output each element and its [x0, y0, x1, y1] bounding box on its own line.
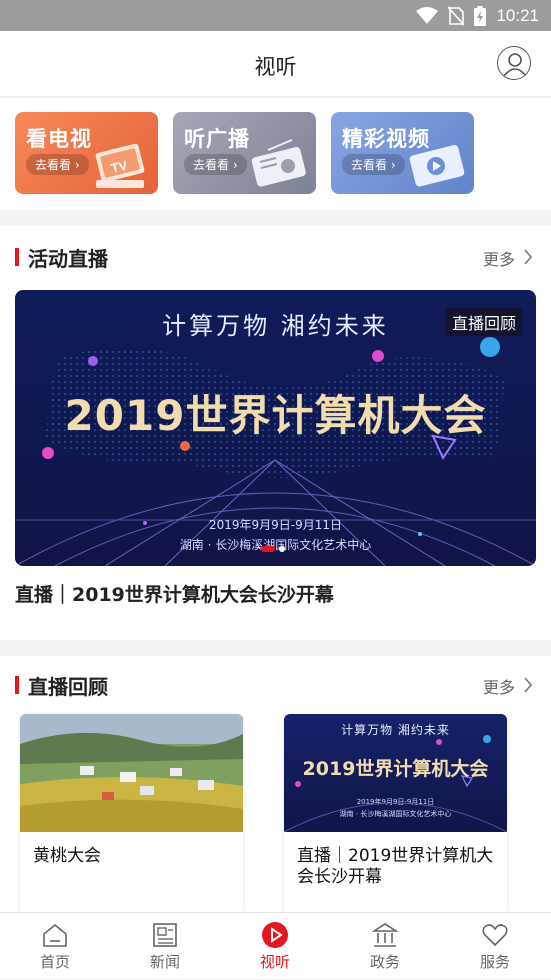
conference-thumbnail: 计算万物 湘约未来 2019世界计算机大会 2019年9月9日-9月11日 湖南… [284, 714, 507, 832]
quick-entry-row: 看电视 去看看 › TV 听广播 去看看 › 精彩视频 去看看 › [0, 98, 551, 210]
user-icon[interactable] [497, 46, 531, 80]
radio-icon [251, 139, 306, 187]
tv-icon: TV [95, 143, 145, 188]
live-section: 活动直播 更多 计算万物 湘约未来 直播回顾 2019世界计算机大会 2019年… [0, 226, 551, 640]
replay-card-title: 直播｜2019世界计算机大会长沙开幕 [297, 846, 494, 887]
video-icon [409, 145, 465, 187]
carousel-indicator [261, 546, 285, 552]
no-sim-icon [448, 6, 465, 26]
live-banner[interactable]: 计算万物 湘约未来 直播回顾 2019世界计算机大会 2019年9月9日-9月1… [15, 290, 536, 566]
page-title: 视听 [254, 55, 297, 79]
tab-home-label: 首页 [39, 953, 70, 971]
home-icon [43, 923, 67, 947]
live-section-title: 活动直播 [28, 247, 108, 271]
tab-media[interactable]: 视听 [220, 913, 330, 980]
replay-section-title: 直播回顾 [28, 675, 108, 699]
tab-home[interactable]: 首页 [0, 913, 110, 980]
watch-tv-card[interactable]: 看电视 去看看 › TV [15, 112, 158, 194]
listen-radio-title: 听广播 [184, 127, 250, 151]
government-icon [371, 923, 399, 947]
news-icon [153, 923, 177, 947]
replay-section-header: 直播回顾 更多 [0, 671, 551, 701]
tab-news-label: 新闻 [149, 953, 180, 971]
live-more-link[interactable]: 更多 [483, 246, 515, 270]
section-marker [15, 676, 19, 694]
chevron-right-icon[interactable] [523, 677, 533, 693]
tab-services[interactable]: 服务 [440, 913, 550, 980]
play-icon [262, 922, 288, 948]
replay-card[interactable]: 黄桃大会 [20, 714, 243, 914]
watch-tv-title: 看电视 [26, 127, 92, 151]
live-section-header: 活动直播 更多 [0, 243, 551, 273]
replay-card-title: 黄桃大会 [33, 846, 101, 866]
live-caption[interactable]: 直播｜2019世界计算机大会长沙开幕 [15, 580, 334, 607]
section-marker [15, 248, 19, 266]
heart-icon [482, 924, 508, 947]
replay-more-link[interactable]: 更多 [483, 674, 515, 698]
replay-card[interactable]: 计算万物 湘约未来 2019世界计算机大会 2019年9月9日-9月11日 湖南… [284, 714, 507, 914]
listen-radio-card[interactable]: 听广播 去看看 › [173, 112, 316, 194]
tab-news[interactable]: 新闻 [110, 913, 220, 980]
banner-headline: 2019世界计算机大会 [64, 391, 487, 440]
replay-badge: 直播回顾 [445, 308, 522, 336]
tab-media-label: 视听 [259, 953, 290, 971]
banner-date: 2019年9月9日-9月11日 [208, 518, 343, 532]
bottom-tab-bar: 首页 新闻 视听 政务 服务 [0, 912, 551, 979]
tab-government-label: 政务 [369, 953, 400, 971]
landscape-thumbnail [20, 714, 243, 832]
featured-video-go-button[interactable]: 去看看 › [342, 154, 405, 175]
carousel-dot-active [261, 546, 275, 552]
thumb-decoration [284, 735, 507, 832]
chevron-right-icon[interactable] [523, 249, 533, 265]
watch-tv-go-button[interactable]: 去看看 › [26, 154, 89, 175]
battery-charging-icon [474, 6, 487, 26]
status-time: 10:21 [496, 6, 539, 25]
carousel-dot [279, 546, 285, 552]
app-header: 视听 [0, 31, 551, 97]
tab-government[interactable]: 政务 [330, 913, 440, 980]
replay-section: 直播回顾 更多 黄桃大会 计算万物 湘约未来 2019世界计算机大会 2019年… [0, 656, 551, 914]
wifi-icon [416, 7, 439, 24]
tab-services-label: 服务 [479, 953, 510, 971]
featured-video-card[interactable]: 精彩视频 去看看 › [331, 112, 474, 194]
listen-radio-go-button[interactable]: 去看看 › [184, 154, 247, 175]
status-bar: 10:21 [0, 0, 551, 31]
